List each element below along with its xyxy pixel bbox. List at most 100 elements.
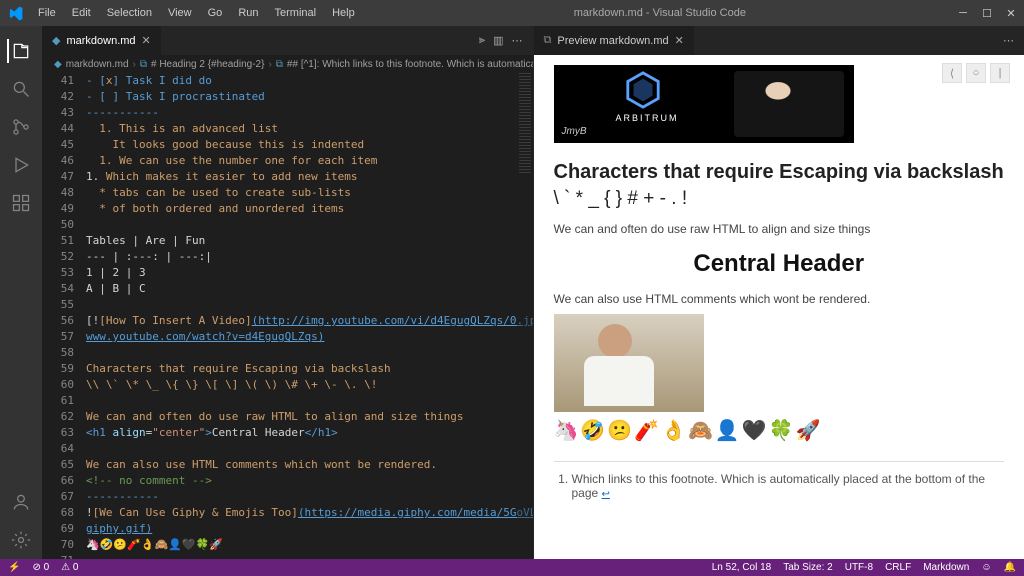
- code-line[interactable]: 1. Which makes it easier to add new item…: [86, 169, 515, 185]
- title-bar: File Edit Selection View Go Run Terminal…: [0, 0, 1024, 26]
- menu-view[interactable]: View: [161, 4, 199, 22]
- preview-icon: ⧉: [544, 34, 552, 47]
- menu-edit[interactable]: Edit: [65, 4, 98, 22]
- code-line[interactable]: www.youtube.com/watch?v=d4EgugQLZqs): [86, 329, 515, 345]
- signature: JmyB: [562, 126, 587, 137]
- status-bell-icon[interactable]: 🔔: [1004, 562, 1016, 573]
- footnote-list: Which links to this footnote. Which is a…: [554, 472, 1005, 500]
- code-line[interactable]: * of both ordered and unordered items: [86, 201, 515, 217]
- code-line[interactable]: -----------: [86, 105, 515, 121]
- explorer-icon[interactable]: [7, 39, 31, 63]
- preview-tool-2[interactable]: ○: [966, 63, 986, 83]
- central-header: Central Header: [554, 250, 1005, 278]
- preview-tool-1[interactable]: ⟨: [942, 63, 962, 83]
- emoji-row: 🦄🤣😕🧨👌🙈👤🖤🍀🚀: [554, 418, 1005, 443]
- code-area[interactable]: - [x] Task I did do- [ ] Task I procrast…: [86, 73, 515, 559]
- code-line[interactable]: We can and often do use raw HTML to alig…: [86, 409, 515, 425]
- source-control-icon[interactable]: [9, 115, 33, 139]
- code-line[interactable]: giphy.gif): [86, 521, 515, 537]
- preview-h2: Characters that require Escaping via bac…: [554, 161, 1005, 184]
- status-bar: ⚡ ⊘ 0 ⚠ 0 Ln 52, Col 18 Tab Size: 2 UTF-…: [0, 559, 1024, 576]
- status-warnings[interactable]: ⚠ 0: [61, 562, 78, 573]
- code-line[interactable]: Tables | Are | Fun: [86, 233, 515, 249]
- code-line[interactable]: [86, 297, 515, 313]
- code-line[interactable]: ![We Can Use Giphy & Emojis Too](https:/…: [86, 505, 515, 521]
- code-line[interactable]: - [x] Task I did do: [86, 73, 515, 89]
- tab-close-icon[interactable]: ✕: [142, 34, 151, 47]
- breadcrumb-h2[interactable]: # Heading 2 {#heading-2}: [151, 59, 264, 70]
- tab-preview[interactable]: ⧉ Preview markdown.md ✕: [534, 26, 694, 55]
- code-line[interactable]: * tabs can be used to create sub-lists: [86, 185, 515, 201]
- breadcrumb-file[interactable]: markdown.md: [66, 59, 129, 70]
- breadcrumb-h2b[interactable]: ## [^1]: Which links to this footnote. W…: [287, 59, 533, 70]
- main-area: ◆ markdown.md ✕ ⫸ ▥ ⋯ ◆ markdown.md › ⧉ …: [42, 26, 1024, 559]
- code-line[interactable]: <!-- no comment -->: [86, 473, 515, 489]
- code-line[interactable]: A | B | C: [86, 281, 515, 297]
- code-line[interactable]: 1. This is an advanced list: [86, 121, 515, 137]
- remote-indicator[interactable]: ⚡: [8, 562, 20, 573]
- split-editor-icon[interactable]: ▥: [493, 34, 503, 47]
- code-line[interactable]: [86, 217, 515, 233]
- giphy-image: [554, 314, 704, 412]
- editor-pane: ◆ markdown.md ✕ ⫸ ▥ ⋯ ◆ markdown.md › ⧉ …: [42, 26, 534, 559]
- brand-text: ARBITRUM: [616, 113, 679, 123]
- menu-selection[interactable]: Selection: [100, 4, 159, 22]
- footnote-back-link[interactable]: ↩: [602, 489, 610, 500]
- code-line[interactable]: 1. We can use the number one for each it…: [86, 153, 515, 169]
- menu-terminal[interactable]: Terminal: [268, 4, 324, 22]
- code-line[interactable]: [86, 345, 515, 361]
- minimap[interactable]: [517, 73, 533, 559]
- debug-icon[interactable]: [9, 153, 33, 177]
- menu-run[interactable]: Run: [231, 4, 265, 22]
- more-actions-icon[interactable]: ⋯: [512, 34, 523, 47]
- code-line[interactable]: 🦄🤣😕🧨👌🙈👤🖤🍀🚀: [86, 537, 515, 553]
- footnote-text: Which links to this footnote. Which is a…: [572, 472, 986, 500]
- menu-file[interactable]: File: [31, 4, 63, 22]
- status-feedback-icon[interactable]: ☺: [981, 562, 991, 573]
- person-silhouette: [734, 71, 844, 137]
- window-title: markdown.md - Visual Studio Code: [362, 7, 958, 19]
- status-cursor[interactable]: Ln 52, Col 18: [712, 562, 772, 573]
- settings-icon[interactable]: [9, 528, 33, 552]
- video-thumbnail[interactable]: ARBITRUM JmyB: [554, 65, 854, 143]
- markdown-file-icon: ◆: [52, 34, 60, 47]
- vscode-icon: [8, 6, 23, 21]
- markdown-preview[interactable]: ⟨ ○ | ARBITRUM JmyB Characters that requ…: [534, 55, 1024, 559]
- menu-go[interactable]: Go: [201, 4, 230, 22]
- status-errors[interactable]: ⊘ 0: [32, 562, 49, 573]
- code-line[interactable]: -----------: [86, 489, 515, 505]
- code-line[interactable]: <h1 align="center">Central Header</h1>: [86, 425, 515, 441]
- status-language[interactable]: Markdown: [923, 562, 969, 573]
- tab-markdown[interactable]: ◆ markdown.md ✕: [42, 26, 161, 55]
- tab-close-icon[interactable]: ✕: [675, 34, 684, 47]
- code-line[interactable]: \\ \` \* \_ \{ \} \[ \] \( \) \# \+ \- \…: [86, 377, 515, 393]
- preview-p2: We can also use HTML comments which wont…: [554, 292, 1005, 306]
- more-actions-icon[interactable]: ⋯: [1003, 34, 1014, 47]
- code-line[interactable]: [![How To Insert A Video](http://img.you…: [86, 313, 515, 329]
- code-line[interactable]: [86, 393, 515, 409]
- preview-tool-3[interactable]: |: [990, 63, 1010, 83]
- breadcrumb[interactable]: ◆ markdown.md › ⧉ # Heading 2 {#heading-…: [42, 55, 533, 73]
- code-editor[interactable]: 4142434445464748495051525354555657585960…: [42, 73, 533, 559]
- code-line[interactable]: It looks good because this is indented: [86, 137, 515, 153]
- status-eol[interactable]: CRLF: [885, 562, 911, 573]
- account-icon[interactable]: [9, 490, 33, 514]
- menu-help[interactable]: Help: [325, 4, 362, 22]
- open-preview-icon[interactable]: ⫸: [479, 34, 485, 47]
- code-line[interactable]: - [ ] Task I procrastinated: [86, 89, 515, 105]
- search-icon[interactable]: [9, 77, 33, 101]
- code-line[interactable]: Characters that require Escaping via bac…: [86, 361, 515, 377]
- code-line[interactable]: We can also use HTML comments which wont…: [86, 457, 515, 473]
- status-tabsize[interactable]: Tab Size: 2: [783, 562, 832, 573]
- status-encoding[interactable]: UTF-8: [845, 562, 873, 573]
- minimize-button[interactable]: ─: [958, 7, 968, 19]
- line-gutter: 4142434445464748495051525354555657585960…: [42, 73, 82, 559]
- maximize-button[interactable]: ☐: [982, 7, 992, 20]
- code-line[interactable]: 1 | 2 | 3: [86, 265, 515, 281]
- preview-p1: We can and often do use raw HTML to alig…: [554, 222, 1005, 236]
- code-line[interactable]: --- | :---: | ---:|: [86, 249, 515, 265]
- code-line[interactable]: [86, 441, 515, 457]
- close-button[interactable]: ✕: [1006, 7, 1016, 20]
- extensions-icon[interactable]: [9, 191, 33, 215]
- editor-tabs: ◆ markdown.md ✕ ⫸ ▥ ⋯: [42, 26, 533, 55]
